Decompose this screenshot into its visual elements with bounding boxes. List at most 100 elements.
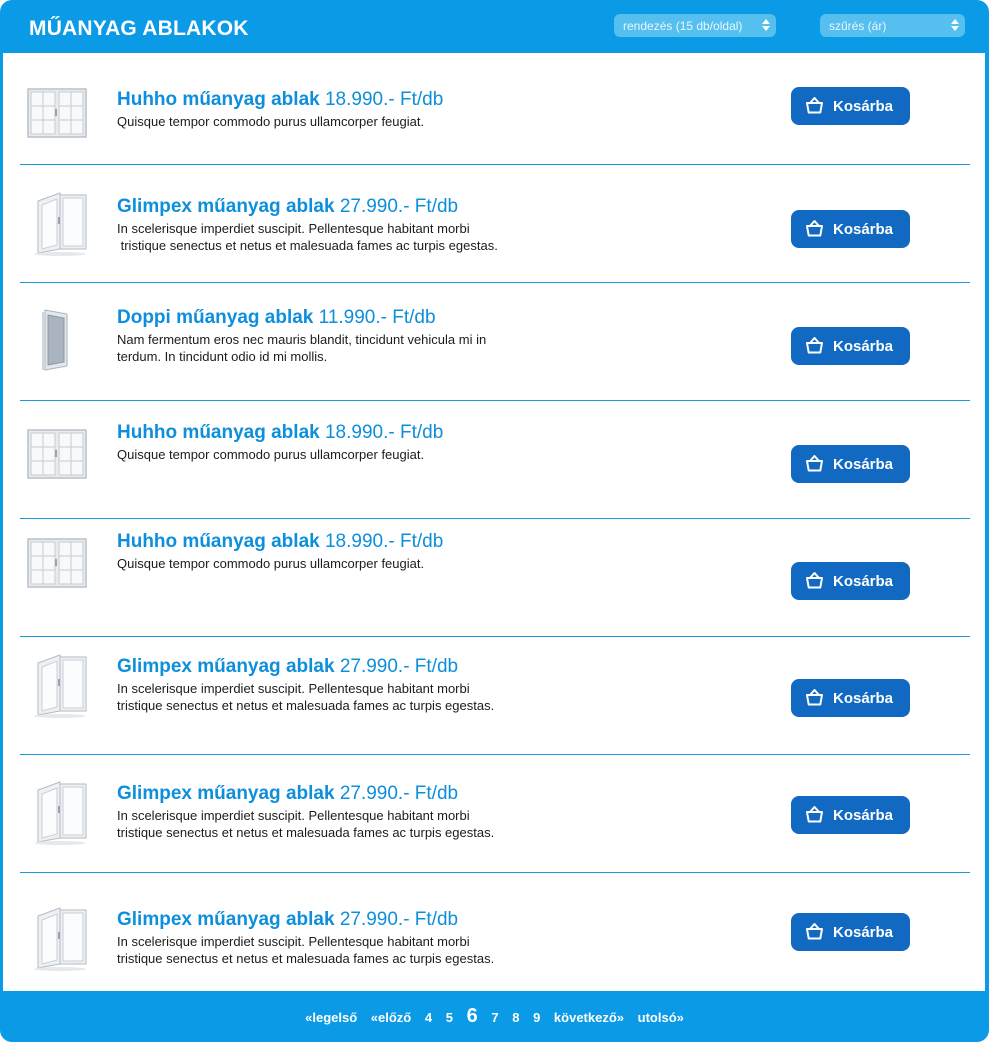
basket-icon bbox=[805, 805, 824, 824]
add-to-cart-label: Kosárba bbox=[833, 456, 894, 473]
pagination-page-link[interactable]: 4 bbox=[425, 1010, 432, 1025]
filter-select[interactable]: szűrés (ár) bbox=[820, 14, 965, 37]
product-info: Glimpex műanyag ablak 27.990.- Ft/db In s… bbox=[117, 196, 677, 254]
pagination-current-page: 6 bbox=[466, 1005, 478, 1027]
product-item: Huhho műanyag ablak 18.990.- Ft/db Quisqu… bbox=[20, 519, 970, 637]
add-to-cart-button[interactable]: Kosárba bbox=[791, 562, 910, 600]
product-description: tristique senectus et netus et malesuada… bbox=[117, 698, 495, 713]
product-info: Glimpex műanyag ablak 27.990.- Ft/db In s… bbox=[117, 909, 677, 967]
open-window-image[interactable] bbox=[20, 187, 90, 257]
product-name: Glimpex műanyag ablak bbox=[117, 196, 335, 217]
product-price: 18.990.- Ft/db bbox=[324, 531, 444, 552]
product-name: Huhho műanyag ablak bbox=[117, 422, 320, 443]
product-price: 18.990.- Ft/db bbox=[324, 89, 444, 110]
product-item: Glimpex műanyag ablak 27.990.- Ft/db In s… bbox=[20, 755, 970, 873]
product-item: Huhho műanyag ablak 18.990.- Ft/db Quisqu… bbox=[20, 53, 970, 165]
product-price: 27.990.- Ft/db bbox=[339, 656, 459, 677]
product-price: 27.990.- Ft/db bbox=[339, 909, 459, 930]
product-description: Quisque tempor commodo purus ullamcorper… bbox=[117, 114, 425, 129]
add-to-cart-label: Kosárba bbox=[833, 573, 894, 590]
product-title[interactable]: Huhho műanyag ablak 18.990.- Ft/db bbox=[117, 531, 677, 553]
product-name: Glimpex műanyag ablak bbox=[117, 909, 335, 930]
basket-icon bbox=[805, 96, 824, 115]
add-to-cart-button[interactable]: Kosárba bbox=[791, 679, 910, 717]
pagination-page-link[interactable]: 5 bbox=[446, 1010, 453, 1025]
product-description: In scelerisque imperdiet suscipit. Pelle… bbox=[117, 808, 470, 823]
product-price: 27.990.- Ft/db bbox=[339, 196, 459, 217]
product-info: Doppi műanyag ablak 11.990.- Ft/db Nam fe… bbox=[117, 307, 677, 365]
product-name: Glimpex műanyag ablak bbox=[117, 783, 335, 804]
add-to-cart-label: Kosárba bbox=[833, 924, 894, 941]
basket-icon bbox=[805, 336, 824, 355]
product-description: tristique senectus et netus et malesuada… bbox=[117, 825, 495, 840]
add-to-cart-label: Kosárba bbox=[833, 338, 894, 355]
sort-select[interactable]: rendezés (15 db/oldal) bbox=[614, 14, 776, 37]
add-to-cart-button[interactable]: Kosárba bbox=[791, 796, 910, 834]
product-list: Huhho műanyag ablak 18.990.- Ft/db Quisqu… bbox=[3, 53, 985, 991]
product-name: Glimpex műanyag ablak bbox=[117, 656, 335, 677]
filter-select-label: szűrés (ár) bbox=[829, 19, 887, 33]
pagination-first-link[interactable]: «legelső bbox=[305, 1010, 357, 1025]
pagination-page-link[interactable]: 8 bbox=[512, 1010, 519, 1025]
product-title[interactable]: Glimpex műanyag ablak 27.990.- Ft/db bbox=[117, 783, 677, 805]
add-to-cart-label: Kosárba bbox=[833, 98, 894, 115]
product-title[interactable]: Glimpex műanyag ablak 27.990.- Ft/db bbox=[117, 909, 677, 931]
double-window-image[interactable] bbox=[20, 418, 90, 488]
double-window-image[interactable] bbox=[20, 77, 90, 147]
basket-icon bbox=[805, 688, 824, 707]
product-description: tristique senectus et netus et malesuada… bbox=[117, 238, 498, 253]
product-name: Huhho műanyag ablak bbox=[117, 531, 320, 552]
basket-icon bbox=[805, 219, 824, 238]
product-description: In scelerisque imperdiet suscipit. Pelle… bbox=[117, 934, 470, 949]
product-item: Doppi műanyag ablak 11.990.- Ft/db Nam fe… bbox=[20, 283, 970, 401]
product-description: terdum. In tincidunt odio id mi mollis. bbox=[117, 349, 328, 364]
product-info: Glimpex műanyag ablak 27.990.- Ft/db In s… bbox=[117, 656, 677, 714]
pagination-next-link[interactable]: következő» bbox=[554, 1010, 624, 1025]
add-to-cart-button[interactable]: Kosárba bbox=[791, 913, 910, 951]
select-arrows-icon bbox=[762, 18, 770, 33]
product-title[interactable]: Glimpex műanyag ablak 27.990.- Ft/db bbox=[117, 196, 677, 218]
product-item: Huhho műanyag ablak 18.990.- Ft/db Quisqu… bbox=[20, 401, 970, 519]
product-title[interactable]: Doppi műanyag ablak 11.990.- Ft/db bbox=[117, 307, 677, 329]
product-description: Quisque tempor commodo purus ullamcorper… bbox=[117, 447, 425, 462]
open-window-image[interactable] bbox=[20, 649, 90, 719]
open-window-image[interactable] bbox=[20, 902, 90, 972]
product-description: Nam fermentum eros nec mauris blandit, t… bbox=[117, 332, 487, 347]
open-window-image[interactable] bbox=[20, 776, 90, 846]
pagination-last-link[interactable]: utolsó» bbox=[638, 1010, 684, 1025]
product-description: In scelerisque imperdiet suscipit. Pelle… bbox=[117, 221, 470, 236]
basket-icon bbox=[805, 454, 824, 473]
product-name: Doppi műanyag ablak bbox=[117, 307, 314, 328]
double-window-image[interactable] bbox=[20, 527, 90, 597]
product-info: Huhho műanyag ablak 18.990.- Ft/db Quisqu… bbox=[117, 531, 677, 572]
pagination-page-link[interactable]: 7 bbox=[491, 1010, 498, 1025]
add-to-cart-label: Kosárba bbox=[833, 221, 894, 238]
sort-select-label: rendezés (15 db/oldal) bbox=[623, 19, 743, 33]
product-title[interactable]: Glimpex műanyag ablak 27.990.- Ft/db bbox=[117, 656, 677, 678]
product-price: 11.990.- Ft/db bbox=[318, 307, 436, 328]
header: MŰANYAG ABLAKOK rendezés (15 db/oldal) s… bbox=[0, 0, 989, 53]
product-description: Quisque tempor commodo purus ullamcorper… bbox=[117, 556, 425, 571]
product-title[interactable]: Huhho műanyag ablak 18.990.- Ft/db bbox=[117, 422, 677, 444]
product-description: tristique senectus et netus et malesuada… bbox=[117, 951, 495, 966]
basket-icon bbox=[805, 922, 824, 941]
pagination-page-link[interactable]: 9 bbox=[533, 1010, 540, 1025]
product-price: 27.990.- Ft/db bbox=[339, 783, 459, 804]
product-item: Glimpex műanyag ablak 27.990.- Ft/db In s… bbox=[20, 637, 970, 755]
add-to-cart-button[interactable]: Kosárba bbox=[791, 87, 910, 125]
single-window-image[interactable] bbox=[20, 302, 90, 372]
add-to-cart-button[interactable]: Kosárba bbox=[791, 327, 910, 365]
add-to-cart-button[interactable]: Kosárba bbox=[791, 445, 910, 483]
add-to-cart-label: Kosárba bbox=[833, 807, 894, 824]
product-item: Glimpex műanyag ablak 27.990.- Ft/db In s… bbox=[20, 873, 970, 991]
product-info: Huhho műanyag ablak 18.990.- Ft/db Quisqu… bbox=[117, 422, 677, 463]
product-price: 18.990.- Ft/db bbox=[324, 422, 444, 443]
add-to-cart-button[interactable]: Kosárba bbox=[791, 210, 910, 248]
product-description: In scelerisque imperdiet suscipit. Pelle… bbox=[117, 681, 470, 696]
product-title[interactable]: Huhho műanyag ablak 18.990.- Ft/db bbox=[117, 89, 677, 111]
basket-icon bbox=[805, 571, 824, 590]
product-name: Huhho műanyag ablak bbox=[117, 89, 320, 110]
pagination-prev-link[interactable]: «előző bbox=[371, 1010, 411, 1025]
pagination: «legelső «előző 4 5 6 7 8 9 következő» u… bbox=[0, 1005, 989, 1029]
product-item: Glimpex műanyag ablak 27.990.- Ft/db In s… bbox=[20, 165, 970, 283]
